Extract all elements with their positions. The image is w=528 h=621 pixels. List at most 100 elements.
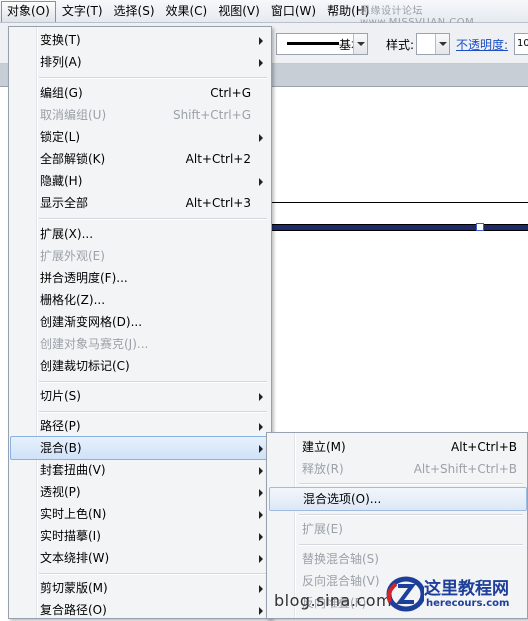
menu-separator <box>39 218 267 220</box>
logo-title: 这里教程网 <box>424 579 509 599</box>
submenu-item-expand[interactable]: 扩展(E) <box>269 518 525 540</box>
submenu-item-label: 释放(R) <box>302 462 344 476</box>
menu-object[interactable]: 对象(O) <box>1 0 56 22</box>
menu-item-flatten-transparency[interactable]: 拼合透明度(F)... <box>11 267 269 289</box>
opacity-input[interactable]: 100 <box>514 33 528 55</box>
menu-effect[interactable]: 效果(C) <box>161 1 213 21</box>
artwork-path[interactable] <box>268 224 528 231</box>
chevron-right-icon <box>259 59 263 67</box>
menu-type[interactable]: 文字(T) <box>57 1 108 21</box>
menu-item-compound-path[interactable]: 复合路径(O) <box>11 599 269 621</box>
menu-item-shortcut: Shift+Ctrl+G <box>172 108 251 122</box>
menu-item-label: 透视(P) <box>40 485 81 499</box>
menu-item-show-all[interactable]: 显示全部 Alt+Ctrl+3 <box>11 192 269 214</box>
anchor-point[interactable] <box>476 223 484 231</box>
menu-item-unlock-all[interactable]: 全部解锁(K) Alt+Ctrl+2 <box>11 148 269 170</box>
menu-item-label: 变换(T) <box>40 33 81 47</box>
submenu-item-label: 扩展(E) <box>302 522 343 536</box>
submenu-item-label: 反向混合轴(V) <box>302 574 380 588</box>
chevron-right-icon <box>259 467 263 475</box>
style-select[interactable] <box>416 33 450 55</box>
menu-item-label: 路径(P) <box>40 419 81 433</box>
menu-item-label: 复合路径(O) <box>40 603 107 617</box>
menu-item-object-mosaic[interactable]: 创建对象马赛克(J)... <box>11 333 269 355</box>
menu-separator <box>299 514 523 516</box>
blog-watermark: blog.sina.com <box>274 591 393 610</box>
chevron-down-icon[interactable] <box>353 34 367 54</box>
menu-item-lock[interactable]: 锁定(L) <box>11 126 269 148</box>
menu-item-label: 扩展(X)... <box>40 227 94 241</box>
chevron-right-icon <box>259 423 263 431</box>
site-logo: 这里教程网 herecours.com <box>384 572 528 617</box>
menu-item-group[interactable]: 编组(G) Ctrl+G <box>11 82 269 104</box>
chevron-right-icon <box>259 489 263 497</box>
menu-item-live-trace[interactable]: 实时描摹(I) <box>11 525 269 547</box>
menu-item-blend[interactable]: 混合(B) <box>10 436 270 460</box>
menu-item-clipping-mask[interactable]: 剪切蒙版(M) <box>11 577 269 599</box>
menu-item-path[interactable]: 路径(P) <box>11 415 269 437</box>
submenu-item-label: 混合选项(O)... <box>303 492 382 506</box>
menu-item-label: 创建对象马赛克(J)... <box>40 337 149 351</box>
menu-item-text-wrap[interactable]: 文本绕排(W) <box>11 547 269 569</box>
chevron-right-icon <box>259 555 263 563</box>
menu-item-label: 扩展外观(E) <box>40 249 105 263</box>
menu-item-perspective[interactable]: 透视(P) <box>11 481 269 503</box>
menu-item-live-paint[interactable]: 实时上色(N) <box>11 503 269 525</box>
menu-window[interactable]: 窗口(W) <box>266 1 321 21</box>
menu-item-envelope-distort[interactable]: 封套扭曲(V) <box>11 459 269 481</box>
menu-separator <box>39 381 267 383</box>
chevron-right-icon <box>259 37 263 45</box>
menu-item-label: 显示全部 <box>40 196 89 210</box>
menu-item-label: 编组(G) <box>40 86 83 100</box>
submenu-item-blend-options[interactable]: 混合选项(O)... <box>269 487 527 511</box>
submenu-item-replace-spine[interactable]: 替换混合轴(S) <box>269 548 525 570</box>
menu-item-shortcut: Alt+Ctrl+2 <box>185 152 251 166</box>
menu-item-label: 实时上色(N) <box>40 507 107 521</box>
logo-emblem-icon <box>386 576 424 612</box>
menu-item-crop-marks[interactable]: 创建裁切标记(C) <box>11 355 269 377</box>
menu-item-label: 隐藏(H) <box>40 174 83 188</box>
menu-item-label: 创建裁切标记(C) <box>40 359 130 373</box>
menu-item-transform[interactable]: 变换(T) <box>11 29 269 51</box>
submenu-item-release[interactable]: 释放(R) Alt+Shift+Ctrl+B <box>269 458 525 480</box>
menu-item-shortcut: Alt+Ctrl+3 <box>185 196 251 210</box>
chevron-right-icon <box>259 511 263 519</box>
submenu-item-shortcut: Alt+Shift+Ctrl+B <box>413 462 517 476</box>
stroke-profile-select[interactable]: 基本 <box>276 33 368 55</box>
artwork-line <box>268 202 528 203</box>
opacity-link[interactable]: 不透明度: <box>456 36 508 53</box>
menu-item-gradient-mesh[interactable]: 创建渐变网格(D)... <box>11 311 269 333</box>
menu-separator <box>299 483 523 485</box>
submenu-item-make[interactable]: 建立(M) Alt+Ctrl+B <box>269 436 525 458</box>
menu-item-expand-appearance[interactable]: 扩展外观(E) <box>11 245 269 267</box>
menu-item-label: 实时描摹(I) <box>40 529 101 543</box>
menu-item-expand[interactable]: 扩展(X)... <box>11 223 269 245</box>
submenu-item-shortcut: Alt+Ctrl+B <box>451 440 517 454</box>
menu-view[interactable]: 视图(V) <box>213 1 265 21</box>
menu-separator <box>39 411 267 413</box>
chevron-right-icon <box>259 533 263 541</box>
logo-domain: herecours.com <box>426 598 510 609</box>
menu-item-label: 文本绕排(W) <box>40 551 110 565</box>
chevron-down-icon[interactable] <box>435 34 449 54</box>
menu-item-ungroup[interactable]: 取消编组(U) Shift+Ctrl+G <box>11 104 269 126</box>
menu-separator <box>39 77 267 79</box>
chevron-right-icon <box>259 585 263 593</box>
chevron-right-icon <box>259 607 263 615</box>
menu-item-shortcut: Ctrl+G <box>210 86 251 100</box>
menu-item-label: 锁定(L) <box>40 130 81 144</box>
submenu-item-label: 替换混合轴(S) <box>302 552 379 566</box>
chevron-right-icon <box>259 445 263 453</box>
menu-item-slice[interactable]: 切片(S) <box>11 385 269 407</box>
menu-select[interactable]: 选择(S) <box>109 1 160 21</box>
menu-item-label: 排列(A) <box>40 55 82 69</box>
menu-item-label: 创建渐变网格(D)... <box>40 315 143 329</box>
menu-item-label: 全部解锁(K) <box>40 152 106 166</box>
menu-item-arrange[interactable]: 排列(A) <box>11 51 269 73</box>
stroke-preview <box>287 42 339 45</box>
menu-separator <box>299 544 523 546</box>
menu-item-rasterize[interactable]: 栅格化(Z)... <box>11 289 269 311</box>
style-label: 样式: <box>386 38 415 52</box>
menu-item-label: 剪切蒙版(M) <box>40 581 108 595</box>
menu-item-hide[interactable]: 隐藏(H) <box>11 170 269 192</box>
